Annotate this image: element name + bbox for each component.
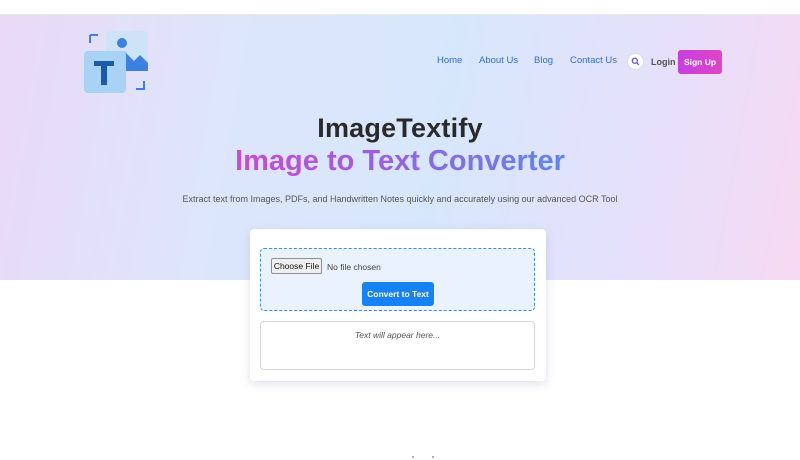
page-headline: Image to Text Converter [0,145,800,178]
text-output-area[interactable]: Text will appear here... [260,321,535,370]
site-title: ImageTextify [317,113,483,143]
choose-file-button[interactable]: Choose File [271,258,322,274]
file-dropzone[interactable]: Choose File No file chosen Convert to Te… [260,248,535,311]
convert-to-text-button[interactable]: Convert to Text [362,282,434,306]
search-button[interactable] [627,53,644,70]
loading-dots [412,456,436,460]
nav-blog-link[interactable]: Blog [534,55,553,66]
dot [412,456,414,458]
headline-text: Image to Text Converter [235,145,565,177]
nav-contact-us-link[interactable]: Contact Us [570,55,617,66]
login-link[interactable]: Login [651,57,676,67]
search-icon [631,57,640,66]
dot [432,456,434,458]
nav-home-link[interactable]: Home [437,55,462,66]
file-status-text: No file chosen [327,262,381,272]
sign-up-button[interactable]: Sign Up [678,50,722,74]
converter-card: Choose File No file chosen Convert to Te… [250,229,546,381]
nav-about-us-link[interactable]: About Us [479,55,518,66]
hero-subtitle: Extract text from Images, PDFs, and Hand… [182,194,618,204]
browser-top-strip [0,0,800,15]
main-navigation: Home About Us Blog Contact Us Login Sign… [0,50,800,74]
